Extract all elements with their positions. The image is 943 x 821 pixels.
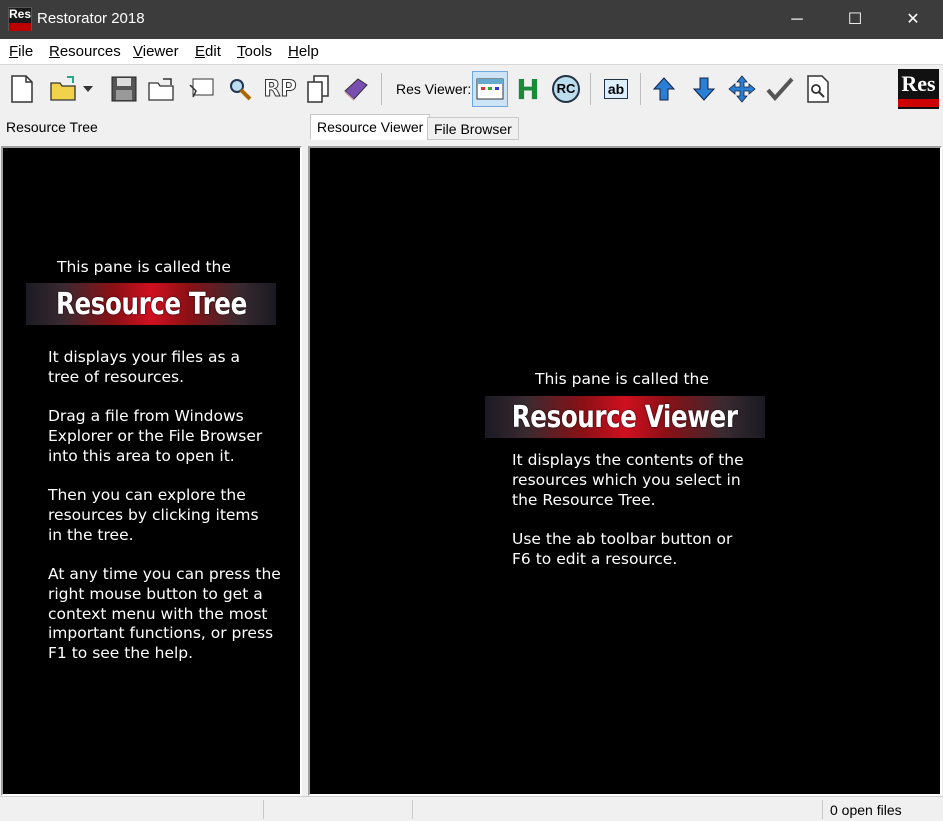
arrow-down-icon[interactable] [688, 73, 720, 105]
rp-button[interactable]: RP [262, 73, 298, 105]
toolbar-separator [381, 73, 382, 105]
menu-viewer[interactable]: Viewer [133, 43, 179, 60]
maximize-button[interactable]: ☐ [826, 0, 884, 39]
new-file-icon[interactable] [6, 73, 38, 105]
resource-viewer-banner-text: Resource Viewer [512, 399, 738, 435]
resource-tree-banner: Resource Tree [26, 283, 276, 325]
viewer-paragraph-1: It displays the contents of the resource… [512, 451, 744, 509]
res-viewer-window-icon[interactable] [472, 71, 508, 107]
rc-viewer-button[interactable]: RC [550, 73, 582, 105]
tree-view-icon[interactable] [186, 73, 218, 105]
move-icon[interactable] [726, 73, 758, 105]
menu-file[interactable]: File [9, 43, 33, 60]
edit-ab-button[interactable]: ab [598, 73, 634, 105]
minimize-button[interactable]: ─ [768, 0, 826, 39]
resource-tree-label: Resource Tree [6, 119, 98, 135]
resource-tree-banner-text: Resource Tree [55, 286, 247, 322]
menu-resources[interactable]: Resources [49, 43, 121, 60]
tree-paragraph-4: At any time you can press the right mous… [48, 565, 281, 663]
search-icon[interactable] [224, 73, 256, 105]
menu-edit[interactable]: Edit [195, 43, 221, 60]
copy-icon[interactable] [302, 73, 334, 105]
tab-resource-viewer[interactable]: Resource Viewer [310, 114, 431, 140]
toolbar-separator-3 [640, 73, 641, 105]
status-bar: 0 open files [0, 796, 943, 821]
tab-file-browser[interactable]: File Browser [427, 117, 519, 140]
check-icon[interactable] [764, 73, 796, 105]
tree-intro-text: This pane is called the [57, 258, 231, 276]
arrow-up-icon[interactable] [648, 73, 680, 105]
find-in-file-icon[interactable] [802, 73, 834, 105]
status-divider [412, 800, 413, 819]
app-icon-text: Res [9, 7, 32, 21]
viewer-intro-text: This pane is called the [535, 370, 709, 388]
resource-tree-pane[interactable]: This pane is called the Resource Tree It… [1, 146, 302, 796]
menu-help[interactable]: Help [288, 43, 319, 60]
open-dropdown-icon[interactable] [80, 73, 96, 105]
tree-paragraph-1: It displays your files as a tree of reso… [48, 348, 241, 386]
toolbar-separator-2 [590, 73, 591, 105]
toolbar: RP Res Viewer: H RC ab Res [0, 64, 943, 112]
app-icon[interactable]: Res [8, 7, 32, 31]
save-icon[interactable] [108, 73, 140, 105]
status-divider [263, 800, 264, 819]
title-bar: Res Restorator 2018 ─ ☐ ✕ [0, 0, 943, 39]
save-folder-icon[interactable] [146, 73, 178, 105]
resource-viewer-banner: Resource Viewer [485, 396, 765, 438]
menu-bar: File Resources Viewer Edit Tools Help [0, 39, 943, 64]
brand-text: Res [901, 71, 936, 96]
tree-paragraph-2: Drag a file from Windows Explorer or the… [48, 407, 263, 465]
resource-viewer-pane[interactable]: This pane is called the Resource Viewer … [308, 146, 942, 796]
hex-viewer-button[interactable]: H [512, 73, 544, 106]
close-button[interactable]: ✕ [884, 0, 942, 39]
tree-paragraph-3: Then you can explore the resources by cl… [48, 486, 259, 544]
restorator-logo: Res [898, 69, 939, 109]
viewer-paragraph-2: Use the ab toolbar button or F6 to edit … [512, 530, 733, 568]
menu-tools[interactable]: Tools [237, 43, 272, 60]
status-divider [822, 800, 823, 819]
open-folder-icon[interactable] [48, 73, 80, 105]
window-title: Restorator 2018 [37, 10, 145, 27]
res-viewer-label: Res Viewer: [396, 81, 472, 97]
help-book-icon[interactable] [340, 73, 372, 105]
open-files-count: 0 open files [830, 802, 902, 818]
